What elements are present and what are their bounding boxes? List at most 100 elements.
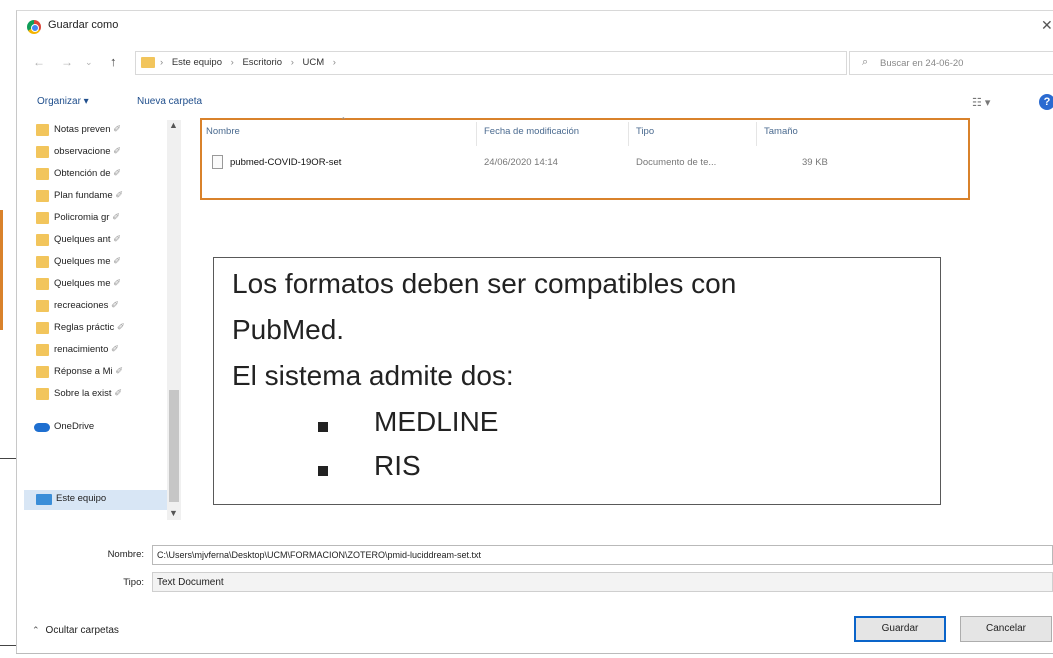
sidebar-item-label: OneDrive	[54, 421, 95, 432]
file-row[interactable]: pubmed-COVID-19OR-set 24/06/2020 14:14 D…	[208, 152, 848, 174]
background-strip	[0, 0, 1053, 10]
column-header-size[interactable]: Tamaño	[764, 126, 798, 137]
folder-icon	[36, 278, 49, 290]
file-type: Documento de te...	[636, 157, 717, 168]
pin-icon: ✐	[113, 278, 122, 289]
pin-icon: ✐	[111, 344, 119, 355]
sort-arrow-icon: ⌃	[340, 116, 347, 125]
folder-icon	[36, 366, 49, 378]
filetype-value: Text Document	[157, 577, 224, 588]
file-date: 24/06/2020 14:14	[484, 157, 558, 168]
sidebar-item-label: Este equipo	[56, 493, 107, 504]
pin-icon: ✐	[114, 388, 123, 399]
filename-label: Nombre:	[107, 549, 144, 560]
sidebar-item-label: Reglas práctic	[54, 322, 115, 333]
breadcrumb-separator: ›	[332, 57, 336, 68]
breadcrumb-separator: ›	[290, 57, 294, 68]
navigation-pane: Notas preven ✐ observacione ✐ Obtención …	[16, 110, 172, 530]
sidebar-item-label: renacimiento	[54, 344, 109, 355]
hide-folders-label: Ocultar carpetas	[45, 625, 119, 636]
column-header-type[interactable]: Tipo	[636, 126, 654, 137]
column-header-name[interactable]: Nombre	[206, 126, 240, 137]
folder-icon	[36, 146, 49, 158]
search-icon: ⌕	[862, 56, 869, 68]
file-name: pubmed-COVID-19OR-set	[230, 157, 342, 168]
forward-arrow-icon[interactable]: →	[61, 55, 73, 69]
pin-icon: ✐	[113, 234, 122, 245]
sidebar-item-label: Notas preven	[54, 124, 111, 135]
close-icon[interactable]: ✕	[1041, 17, 1053, 34]
bullet-icon	[318, 422, 328, 432]
breadcrumb-item[interactable]: Escritorio	[242, 57, 282, 68]
back-arrow-icon[interactable]: ←	[33, 55, 45, 69]
filetype-select[interactable]: Text Document	[152, 572, 1053, 592]
pin-icon: ✐	[112, 212, 121, 223]
chevron-up-icon: ⌃	[32, 625, 40, 635]
pin-icon: ✐	[113, 256, 122, 267]
nav-scrollbar[interactable]: ▲ ▼	[167, 120, 181, 520]
onedrive-cloud-icon	[34, 423, 50, 432]
search-input[interactable]: Buscar en 24-06-20	[880, 58, 963, 69]
pin-icon: ✐	[113, 124, 122, 135]
chrome-icon	[27, 20, 41, 34]
file-size: 39 KB	[802, 157, 828, 168]
sidebar-item-label: Plan fundame	[54, 190, 113, 201]
folder-icon	[36, 300, 49, 312]
breadcrumb-item[interactable]: UCM	[303, 57, 325, 68]
address-bar: ← → ⌄ ↑ › Este equipo › Escritorio › UCM…	[17, 49, 1053, 77]
search-box[interactable]: ⌕ Buscar en 24-06-20	[849, 51, 1053, 75]
folder-icon	[36, 322, 49, 334]
filetype-label: Tipo:	[123, 577, 144, 588]
pin-icon: ✐	[115, 190, 124, 201]
column-divider	[756, 122, 757, 146]
scroll-up-icon[interactable]: ▲	[169, 120, 178, 130]
sidebar-item-label: Quelques ant	[54, 234, 111, 245]
callout-line: El sistema admite dos:	[232, 360, 514, 391]
pin-icon: ✐	[113, 146, 122, 157]
folder-icon	[36, 212, 49, 224]
breadcrumb-separator: ›	[160, 57, 164, 68]
cancel-button[interactable]: Cancelar	[960, 616, 1052, 642]
breadcrumb: › Este equipo › Escritorio › UCM ›	[160, 57, 342, 68]
sidebar-item-this-pc[interactable]: Este equipo	[24, 490, 172, 510]
path-breadcrumb[interactable]: › Este equipo › Escritorio › UCM ›	[135, 51, 847, 75]
bullet-icon	[318, 466, 328, 476]
folder-icon	[36, 168, 49, 180]
bullet-item: MEDLINE	[374, 406, 499, 437]
organize-menu[interactable]: Organizar ▾	[37, 96, 89, 107]
computer-icon	[36, 494, 52, 505]
up-arrow-icon[interactable]: ↑	[110, 54, 117, 69]
folder-icon	[36, 234, 49, 246]
filename-field[interactable]: C:\Users\mjvferna\Desktop\UCM\FORMACION\…	[152, 545, 1053, 565]
file-list-highlighted: ⌃ Nombre Fecha de modificación Tipo Tama…	[200, 116, 970, 200]
recent-dropdown-icon[interactable]: ⌄	[85, 57, 93, 68]
command-toolbar: Organizar ▾ Nueva carpeta ☷ ▾ ?	[17, 89, 1053, 115]
sidebar-item-label: Réponse a Mi	[54, 366, 113, 377]
title-bar: Guardar como ✕	[17, 11, 1053, 41]
pin-icon: ✐	[111, 300, 119, 311]
folder-icon	[36, 344, 49, 356]
new-folder-button[interactable]: Nueva carpeta	[137, 96, 202, 107]
screenshot-stage: Guardar como ✕ ← → ⌄ ↑ › Este equipo › E…	[0, 0, 1053, 658]
save-button[interactable]: Guardar	[854, 616, 946, 642]
folder-icon	[36, 256, 49, 268]
folder-icon	[141, 57, 155, 68]
folder-icon	[36, 388, 49, 400]
column-divider	[628, 122, 629, 146]
folder-icon	[36, 124, 49, 136]
window-title: Guardar como	[48, 19, 119, 31]
help-icon[interactable]: ?	[1039, 94, 1053, 110]
sidebar-item-label: Quelques me	[54, 256, 111, 267]
text-document-icon	[212, 155, 223, 169]
breadcrumb-separator: ›	[230, 57, 234, 68]
callout-line: PubMed.	[232, 314, 345, 345]
callout-line: Los formatos deben ser compatibles con	[232, 268, 737, 299]
hide-folders-toggle[interactable]: ⌃ Ocultar carpetas	[32, 625, 119, 636]
view-options-icon[interactable]: ☷ ▾	[972, 96, 990, 109]
breadcrumb-item[interactable]: Este equipo	[172, 57, 222, 68]
column-header-date[interactable]: Fecha de modificación	[484, 126, 579, 137]
scroll-down-icon[interactable]: ▼	[169, 508, 178, 518]
scrollbar-thumb[interactable]	[169, 390, 179, 502]
bullet-item: RIS	[374, 450, 421, 481]
pin-icon: ✐	[115, 366, 124, 377]
